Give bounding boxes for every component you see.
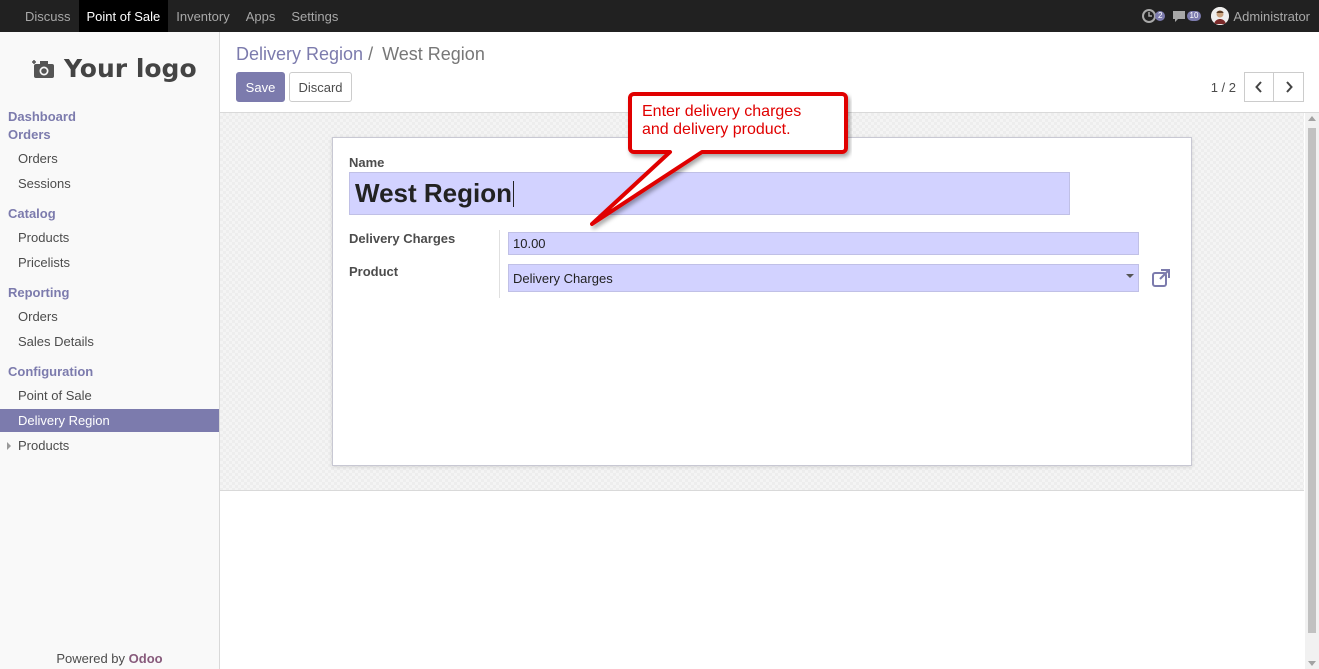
sidebar-section-configuration[interactable]: Configuration (8, 364, 93, 379)
chevron-right-icon (1285, 81, 1293, 93)
systray: 2 10 Administrator (1141, 0, 1310, 32)
sidebar-item-sessions[interactable]: Sessions (0, 172, 219, 195)
vertical-scrollbar[interactable] (1305, 113, 1319, 669)
pager-previous-button[interactable] (1244, 72, 1274, 102)
field-separator (499, 230, 500, 298)
sidebar-section-catalog[interactable]: Catalog (8, 206, 56, 221)
sidebar-item-orders[interactable]: Orders (0, 147, 219, 170)
avatar (1211, 7, 1230, 25)
scroll-thumb[interactable] (1308, 128, 1316, 633)
callout-line-2: and delivery product. (642, 121, 791, 138)
app-menu: Discuss Point of Sale Inventory Apps Set… (0, 0, 346, 32)
sidebar-item-point-of-sale[interactable]: Point of Sale (0, 384, 219, 407)
chevron-left-icon (1255, 81, 1262, 93)
menu-settings[interactable]: Settings (283, 0, 346, 32)
menu-point-of-sale[interactable]: Point of Sale (78, 0, 169, 32)
powered-by-text: Powered by (56, 651, 126, 666)
company-logo: Your logo (32, 54, 197, 83)
text-caret (512, 180, 514, 207)
pager-next-button[interactable] (1274, 72, 1304, 102)
sidebar-item-sales-details[interactable]: Sales Details (0, 330, 219, 353)
product-label: Product (349, 264, 399, 279)
user-name: Administrator (1233, 8, 1310, 24)
breadcrumb-separator: / (368, 44, 374, 64)
activity-icon[interactable]: 2 (1141, 8, 1166, 24)
menu-apps[interactable]: Apps (238, 0, 284, 32)
breadcrumb: Delivery Region / West Region (236, 44, 485, 65)
scroll-up-icon[interactable] (1308, 116, 1316, 121)
breadcrumb-parent[interactable]: Delivery Region (236, 44, 363, 64)
menu-inventory[interactable]: Inventory (168, 0, 237, 32)
sidebar-item-pricelists[interactable]: Pricelists (0, 251, 219, 274)
logo-text: Your logo (64, 54, 197, 83)
name-value: West Region (355, 178, 512, 208)
annotation-callout: Enter delivery charges and delivery prod… (590, 92, 852, 232)
powered-by: Powered by Odoo (0, 651, 219, 666)
scroll-down-icon[interactable] (1308, 661, 1316, 666)
messages-icon[interactable]: 10 (1171, 8, 1202, 24)
caret-right-icon (7, 442, 11, 450)
sidebar: Your logo Dashboard Orders Orders Sessio… (0, 32, 220, 669)
sidebar-item-config-products[interactable]: Products (0, 434, 219, 457)
product-value: Delivery Charges (513, 270, 613, 286)
sidebar-item-products[interactable]: Products (0, 226, 219, 249)
discard-button[interactable]: Discard (289, 72, 352, 102)
sidebar-section-orders[interactable]: Orders (8, 127, 51, 142)
menu-discuss[interactable]: Discuss (17, 0, 79, 32)
chevron-down-icon[interactable] (1126, 274, 1134, 278)
odoo-link[interactable]: Odoo (129, 651, 163, 666)
sidebar-item-label: Products (18, 438, 70, 453)
sidebar-section-reporting[interactable]: Reporting (8, 285, 69, 300)
user-menu[interactable]: Administrator (1211, 7, 1310, 25)
messages-count-badge: 10 (1186, 11, 1202, 21)
delivery-charges-field[interactable]: 10.00 (508, 232, 1139, 255)
top-navbar: Discuss Point of Sale Inventory Apps Set… (0, 0, 1319, 32)
breadcrumb-current: West Region (382, 44, 485, 64)
camera-icon (32, 59, 54, 78)
save-button[interactable]: Save (236, 72, 285, 102)
sidebar-item-report-orders[interactable]: Orders (0, 305, 219, 328)
callout-line-1: Enter delivery charges (642, 103, 802, 120)
external-link-icon[interactable] (1151, 268, 1171, 288)
product-select[interactable]: Delivery Charges (508, 264, 1139, 292)
sidebar-section-dashboard[interactable]: Dashboard (8, 109, 76, 124)
callout-text: Enter delivery charges and delivery prod… (642, 103, 842, 139)
sidebar-item-delivery-region[interactable]: Delivery Region (0, 409, 219, 432)
name-label: Name (349, 155, 385, 170)
activity-count-badge: 2 (1154, 11, 1166, 21)
pager-value[interactable]: 1 / 2 (1211, 80, 1236, 95)
pager: 1 / 2 (1211, 72, 1304, 102)
delivery-charges-label: Delivery Charges (349, 231, 456, 246)
